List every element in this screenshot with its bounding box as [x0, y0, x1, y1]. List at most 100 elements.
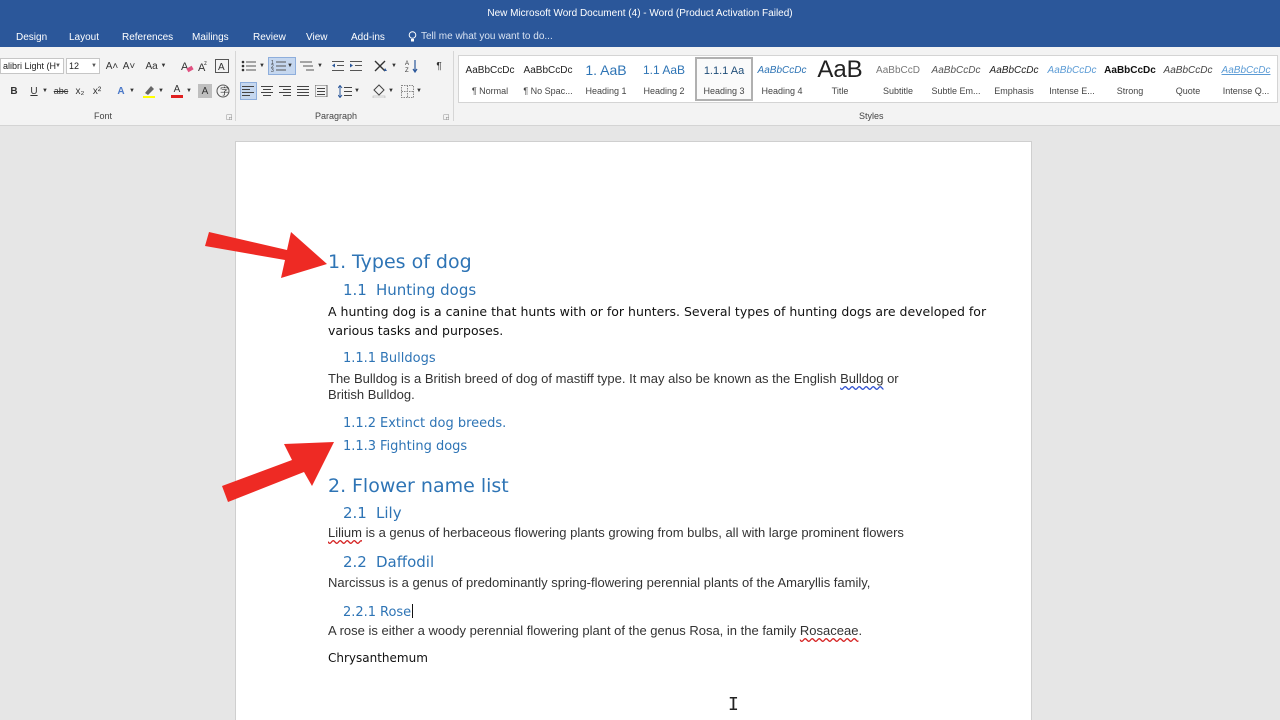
style-normal[interactable]: AaBbCcDc ¶ Normal: [461, 57, 519, 101]
font-name-combo[interactable]: alibri Light (H ▼: [0, 58, 64, 74]
character-shading-button[interactable]: A: [198, 84, 212, 98]
chevron-down-icon[interactable]: ▼: [353, 82, 361, 100]
tab-view[interactable]: View: [306, 32, 328, 43]
heading-2-hunting-dogs[interactable]: 1.1 Hunting dogs: [343, 281, 476, 299]
show-hide-marks-button[interactable]: ¶: [431, 57, 447, 75]
clear-formatting-button[interactable]: A: [179, 57, 195, 75]
line-spacing-button[interactable]: [337, 82, 353, 100]
paragraph-bulldog[interactable]: The Bulldog is a British breed of dog of…: [328, 371, 899, 403]
tab-layout[interactable]: Layout: [69, 32, 99, 43]
heading-text: Flower name list: [352, 475, 509, 497]
text-effects-button[interactable]: A: [114, 82, 128, 100]
style-subtitle[interactable]: AaBbCcD Subtitle: [869, 57, 927, 101]
tab-mailings[interactable]: Mailings: [192, 32, 229, 43]
chevron-down-icon[interactable]: ▼: [387, 82, 395, 100]
heading-1-types-of-dog[interactable]: 1. Types of dog: [328, 251, 472, 273]
numbering-button[interactable]: 123 ▼: [268, 57, 296, 75]
tab-add-ins[interactable]: Add-ins: [351, 32, 385, 43]
paragraph-chrysanthemum[interactable]: Chrysanthemum: [328, 649, 428, 668]
grammar-flagged-word[interactable]: Bulldog: [840, 371, 883, 386]
heading-1-flower-name-list[interactable]: 2. Flower name list: [328, 475, 509, 497]
font-size-value: 12: [69, 61, 80, 71]
style-heading-4[interactable]: AaBbCcDc Heading 4: [753, 57, 811, 101]
spelling-flagged-word[interactable]: Lilium: [328, 525, 362, 540]
style-heading-2[interactable]: 1.1 AaB Heading 2: [635, 57, 693, 101]
style-heading-1[interactable]: 1. AaB Heading 1: [577, 57, 635, 101]
sort-icon: AZ: [405, 60, 418, 73]
subscript-button[interactable]: x₂: [73, 82, 87, 100]
enclose-characters-button[interactable]: 字: [215, 82, 231, 100]
heading-text: Types of dog: [352, 251, 472, 273]
paragraph-dialog-launcher-icon[interactable]: ◲: [443, 113, 450, 121]
borders-button[interactable]: [399, 82, 415, 100]
font-dialog-launcher-icon[interactable]: ◲: [226, 113, 233, 121]
style-intense-quote[interactable]: AaBbCcDc Intense Q...: [1217, 57, 1275, 101]
grow-font-button[interactable]: A˄: [104, 57, 120, 75]
style-preview: AaBbCcD: [876, 65, 920, 76]
paragraph-rose[interactable]: A rose is either a woody perennial flowe…: [328, 623, 862, 639]
font-color-letter: A: [173, 84, 181, 95]
style-quote[interactable]: AaBbCcDc Quote: [1159, 57, 1217, 101]
bullets-button[interactable]: [240, 57, 258, 75]
chevron-down-icon[interactable]: ▼: [390, 57, 398, 75]
style-subtle-emphasis[interactable]: AaBbCcDc Subtle Em...: [927, 57, 985, 101]
style-name: Emphasis: [994, 86, 1034, 96]
style-intense-emphasis[interactable]: AaBbCcDc Intense E...: [1043, 57, 1101, 101]
chevron-down-icon[interactable]: ▼: [41, 82, 49, 100]
increase-indent-button[interactable]: [348, 57, 364, 75]
change-case-button[interactable]: Aa ▼: [143, 57, 169, 75]
distributed-button[interactable]: [313, 82, 329, 100]
shading-button[interactable]: [371, 82, 387, 100]
style-heading-3[interactable]: 1.1.1 Aa Heading 3: [695, 57, 753, 101]
decrease-indent-button[interactable]: [330, 57, 346, 75]
font-size-combo[interactable]: 12 ▼: [66, 58, 100, 74]
align-left-button[interactable]: [240, 82, 257, 100]
tab-design[interactable]: Design: [16, 32, 47, 43]
sort-button[interactable]: AZ: [404, 57, 420, 75]
shrink-font-button[interactable]: A˅: [121, 57, 137, 75]
style-no-spacing[interactable]: AaBbCcDc ¶ No Spac...: [519, 57, 577, 101]
strikethrough-button[interactable]: abc: [52, 82, 70, 100]
spelling-flagged-word[interactable]: Rosaceae: [800, 623, 859, 638]
tab-review[interactable]: Review: [253, 32, 286, 43]
chevron-down-icon[interactable]: ▼: [316, 57, 324, 75]
heading-3-fighting-dogs[interactable]: 1.1.3 Fighting dogs: [343, 439, 467, 454]
paragraph-narcissus[interactable]: Narcissus is a genus of predominantly sp…: [328, 575, 870, 591]
chevron-down-icon[interactable]: ▼: [185, 82, 193, 100]
tell-me-box[interactable]: Tell me what you want to do...: [408, 31, 553, 42]
heading-text: Extinct dog breeds.: [380, 416, 507, 431]
heading-2-lily[interactable]: 2.1 Lily: [343, 504, 402, 522]
underline-button[interactable]: U: [28, 82, 40, 100]
tab-references[interactable]: References: [122, 32, 173, 43]
text-cursor: [412, 604, 414, 618]
style-strong[interactable]: AaBbCcDc Strong: [1101, 57, 1159, 101]
style-preview: AaBbCcDc: [523, 65, 573, 76]
align-center-button[interactable]: [259, 82, 275, 100]
chevron-down-icon[interactable]: ▼: [157, 82, 165, 100]
line-spacing-icon: [338, 84, 352, 98]
chevron-down-icon[interactable]: ▼: [415, 82, 423, 100]
heading-3-rose[interactable]: 2.2.1 Rose: [343, 604, 414, 620]
asian-layout-button[interactable]: [372, 57, 390, 75]
style-title[interactable]: AaB Title: [811, 57, 869, 101]
heading-3-extinct-dog-breeds[interactable]: 1.1.2 Extinct dog breeds.: [343, 416, 506, 431]
justify-button[interactable]: [295, 82, 311, 100]
multilevel-list-button[interactable]: [298, 57, 316, 75]
chevron-down-icon[interactable]: ▼: [128, 82, 136, 100]
superscript-button[interactable]: x²: [90, 82, 104, 100]
align-right-button[interactable]: [277, 82, 293, 100]
heading-3-bulldogs[interactable]: 1.1.1 Bulldogs: [343, 351, 436, 366]
style-preview: 1.1 AaB: [642, 63, 686, 77]
character-border-button[interactable]: A: [214, 57, 230, 75]
font-color-button[interactable]: A: [169, 82, 185, 100]
styles-gallery: AaBbCcDc ¶ Normal AaBbCcDc ¶ No Spac... …: [458, 55, 1278, 103]
phonetic-guide-button[interactable]: Az: [196, 57, 212, 75]
bold-button[interactable]: B: [8, 82, 20, 100]
chevron-down-icon[interactable]: ▼: [258, 57, 266, 75]
style-preview: AaBbCcDc: [465, 65, 515, 76]
style-emphasis[interactable]: AaBbCcDc Emphasis: [985, 57, 1043, 101]
heading-2-daffodil[interactable]: 2.2 Daffodil: [343, 553, 434, 571]
highlight-button[interactable]: [141, 82, 157, 100]
paragraph-hunting-dog[interactable]: A hunting dog is a canine that hunts wit…: [328, 302, 986, 340]
paragraph-lilium[interactable]: Lilium is a genus of herbaceous flowerin…: [328, 525, 904, 541]
